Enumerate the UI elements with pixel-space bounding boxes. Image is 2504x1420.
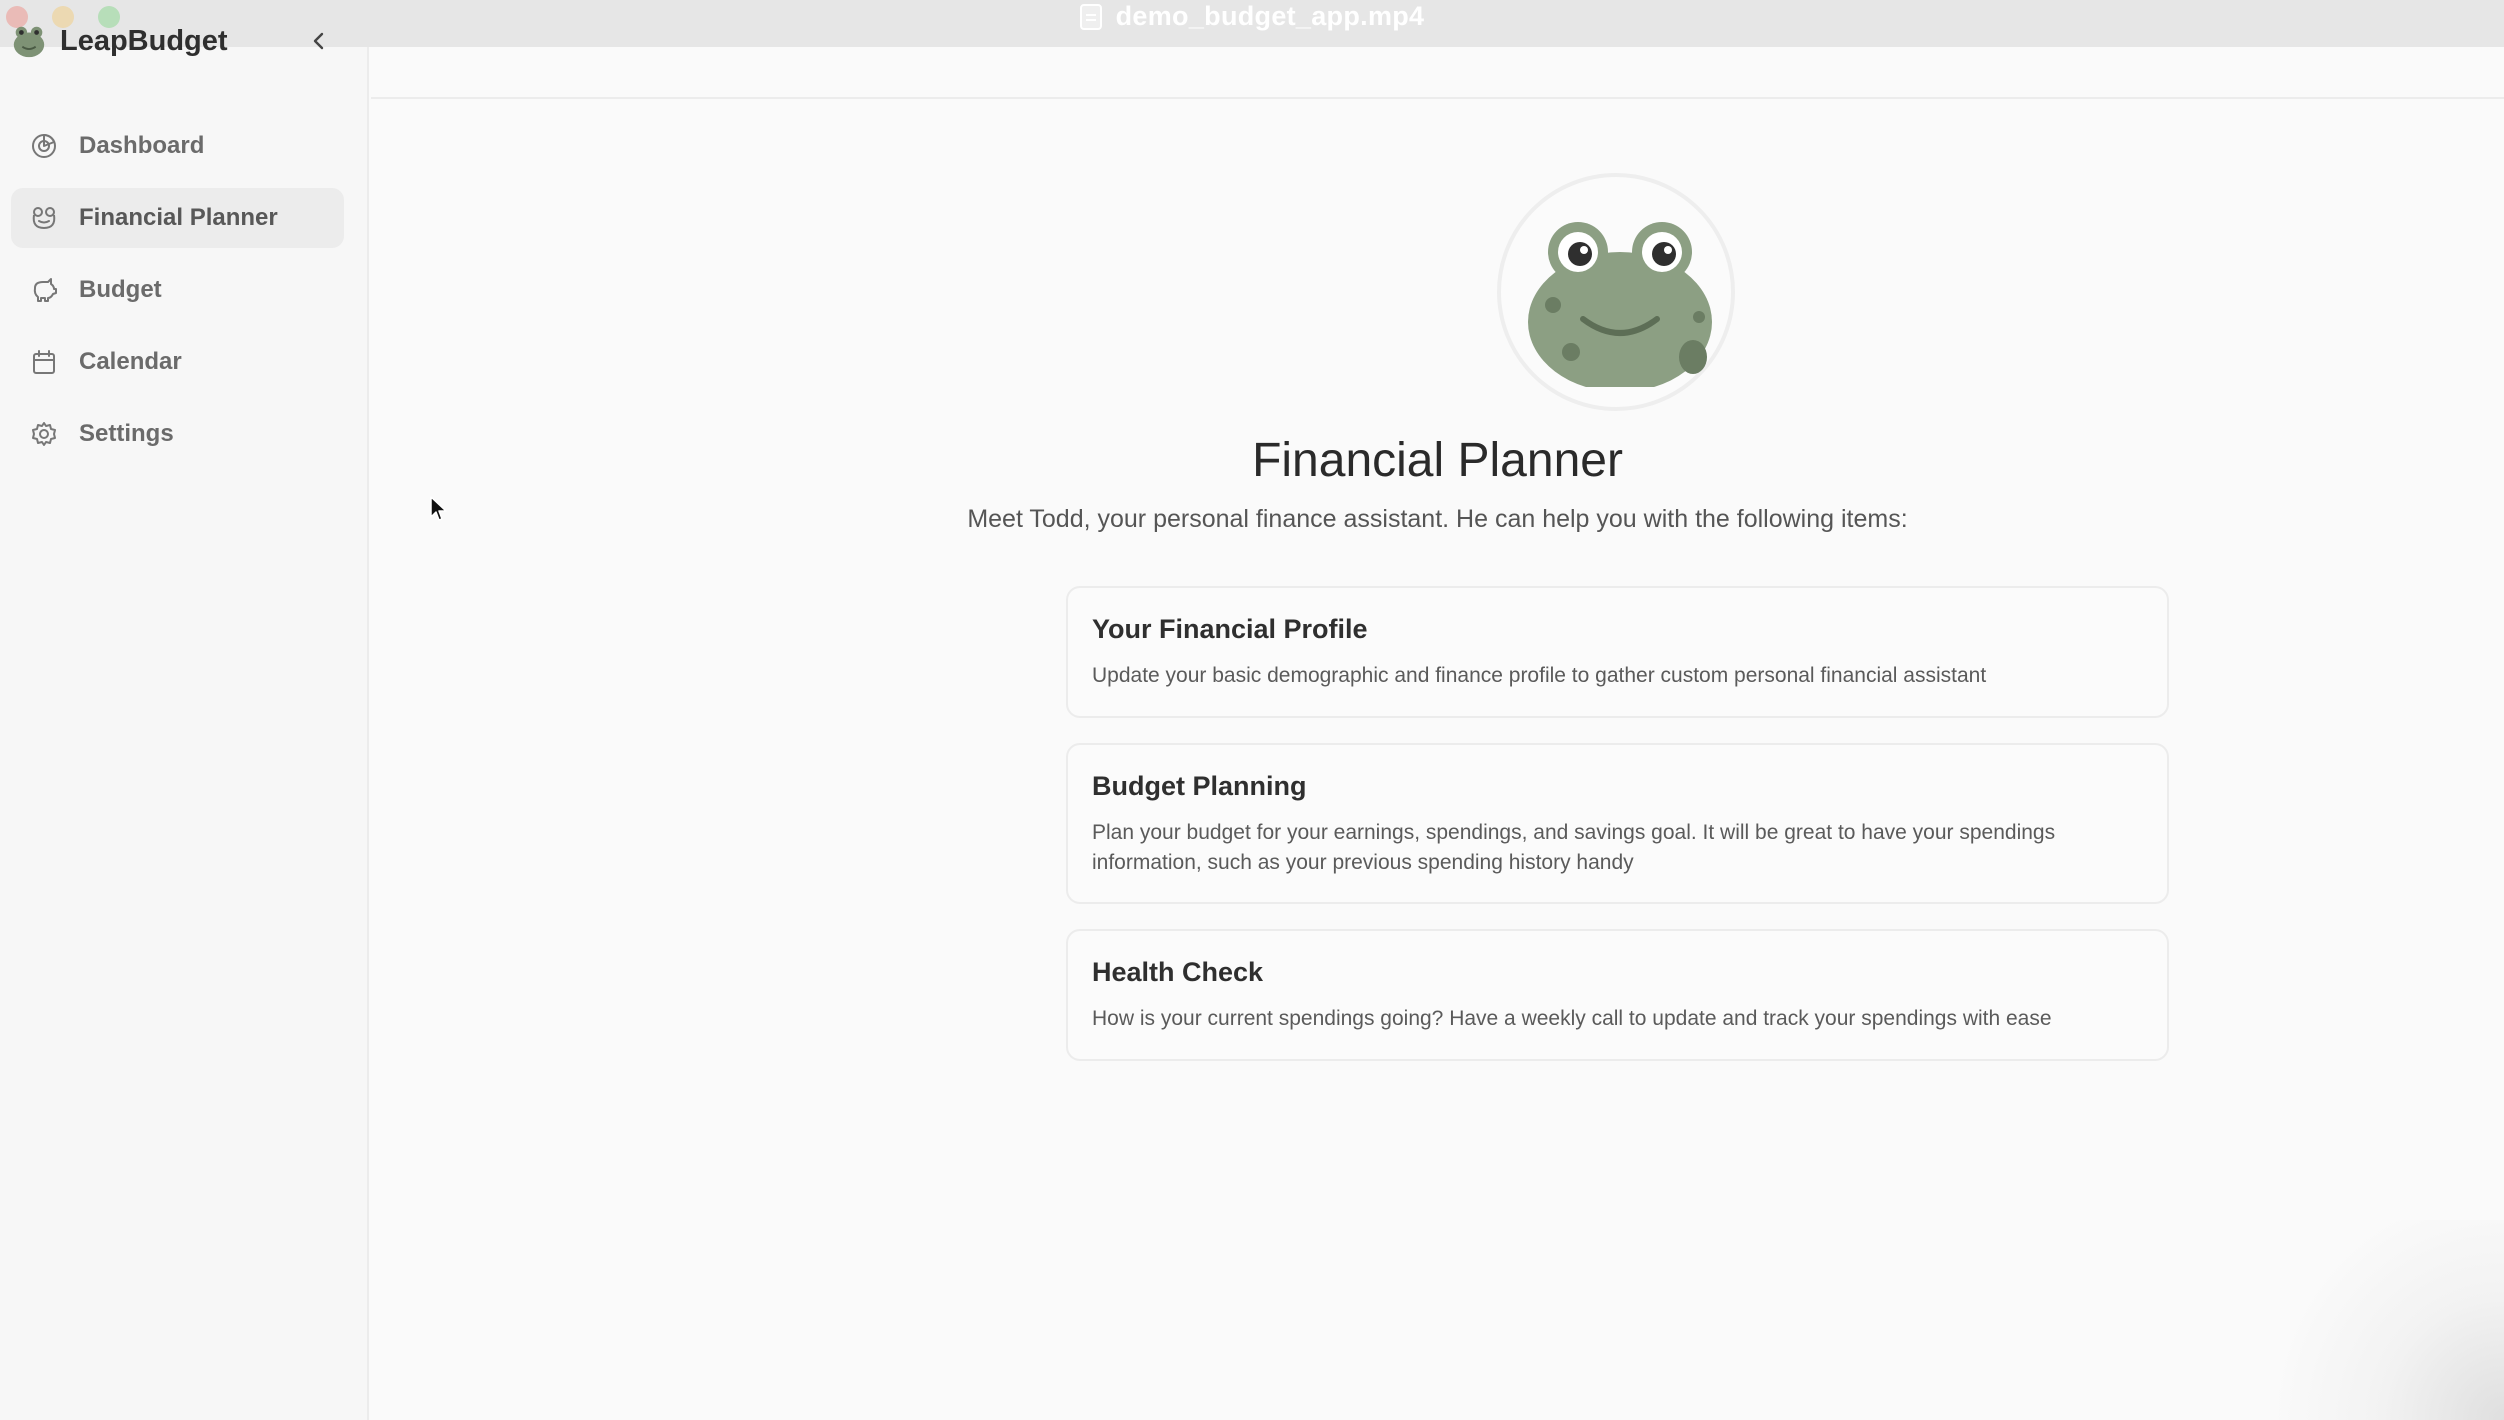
gear-icon xyxy=(29,419,59,449)
window-title-group: demo_budget_app.mp4 xyxy=(1079,1,1425,32)
dashboard-icon xyxy=(29,131,59,161)
sidebar: LeapBudget Dashboard Financial Planner B… xyxy=(0,0,369,1420)
sidebar-item-budget[interactable]: Budget xyxy=(11,260,344,320)
window-title: demo_budget_app.mp4 xyxy=(1115,1,1425,31)
frog-mascot-icon xyxy=(1528,222,1712,387)
app-name: LeapBudget xyxy=(60,24,228,57)
sidebar-item-label: Dashboard xyxy=(79,132,205,159)
sidebar-item-calendar[interactable]: Calendar xyxy=(11,332,344,392)
corner-shadow xyxy=(2264,1220,2504,1420)
card-title: Health Check xyxy=(1092,957,1264,987)
sidebar-item-label: Financial Planner xyxy=(79,204,278,231)
collapse-sidebar-button[interactable] xyxy=(304,22,334,60)
card-health-check[interactable]: Health Check How is your current spendin… xyxy=(1066,929,2169,1061)
page-subtitle: Meet Todd, your personal finance assista… xyxy=(967,505,1908,533)
main-content: Financial Planner Meet Todd, your person… xyxy=(371,47,2504,1420)
card-description: Update your basic demographic and financ… xyxy=(1092,664,1987,687)
page-title: Financial Planner xyxy=(1252,434,1623,487)
todd-avatar xyxy=(1497,173,1735,411)
card-budget-planning[interactable]: Budget Planning Plan your budget for you… xyxy=(1066,743,2169,904)
sidebar-item-settings[interactable]: Settings xyxy=(11,404,344,464)
brand[interactable]: LeapBudget xyxy=(10,18,228,64)
sidebar-item-label: Budget xyxy=(79,276,162,303)
frog-icon xyxy=(29,203,59,233)
mouse-cursor-icon xyxy=(430,496,447,521)
frog-logo-icon xyxy=(13,26,45,58)
sidebar-item-label: Calendar xyxy=(79,348,182,375)
piggy-bank-icon xyxy=(29,275,59,305)
card-description: How is your current spendings going? Hav… xyxy=(1092,1007,2052,1030)
sidebar-item-financial-planner[interactable]: Financial Planner xyxy=(11,188,344,248)
file-icon xyxy=(1079,3,1102,30)
card-financial-profile[interactable]: Your Financial Profile Update your basic… xyxy=(1066,586,2169,718)
sidebar-item-dashboard[interactable]: Dashboard xyxy=(11,116,344,176)
sidebar-nav: Dashboard Financial Planner Budget Calen… xyxy=(11,116,344,476)
app-window: LeapBudget Dashboard Financial Planner B… xyxy=(0,0,2504,1420)
card-description: Plan your budget for your earnings, spen… xyxy=(1092,821,2056,874)
chevron-left-icon xyxy=(313,32,324,50)
top-bar xyxy=(371,47,2504,99)
calendar-icon xyxy=(29,347,59,377)
card-title: Budget Planning xyxy=(1092,771,1307,801)
card-title: Your Financial Profile xyxy=(1092,614,1368,644)
window-titlebar: demo_budget_app.mp4 xyxy=(0,0,2504,47)
sidebar-item-label: Settings xyxy=(79,420,174,447)
